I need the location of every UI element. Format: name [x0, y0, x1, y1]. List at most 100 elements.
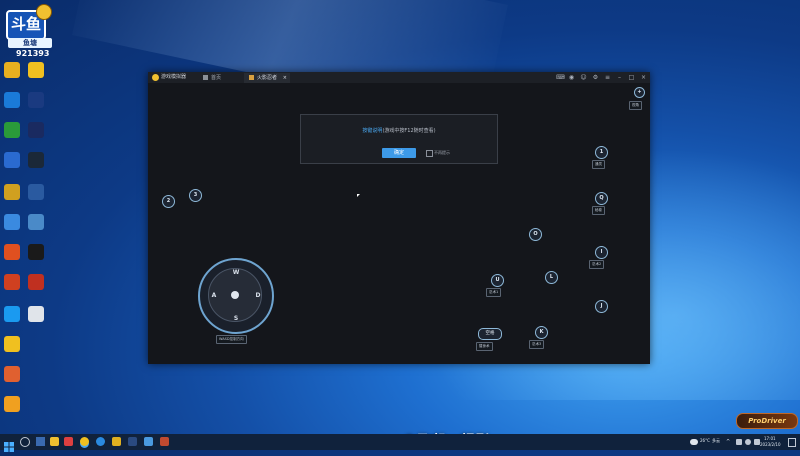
- desktop-app-icon: [28, 244, 44, 260]
- tray-chevron-icon[interactable]: ^: [726, 440, 734, 445]
- desktop-icon[interactable]: [26, 62, 46, 79]
- key-k[interactable]: K: [535, 326, 548, 339]
- badge-pill: 鱼塘: [8, 38, 52, 48]
- key-q-label: 秘卷: [592, 206, 605, 215]
- desktop-app-icon: [4, 396, 20, 412]
- dpad-center: [231, 291, 239, 299]
- folder-icon[interactable]: [112, 437, 121, 446]
- desktop-icon[interactable]: [26, 244, 46, 261]
- dont-show-checkbox[interactable]: [426, 150, 433, 157]
- tab-home[interactable]: 首页: [198, 73, 242, 83]
- task-view-icon[interactable]: [36, 437, 45, 446]
- weather-icon[interactable]: [690, 439, 698, 445]
- gamepad-icon[interactable]: ◉: [568, 74, 575, 81]
- key-i[interactable]: I: [595, 246, 608, 259]
- pinned-app-2-icon[interactable]: [144, 437, 153, 446]
- desktop-icon[interactable]: [2, 366, 22, 383]
- maximize-icon[interactable]: □: [628, 74, 635, 81]
- weather-note: 多云: [712, 438, 720, 443]
- desktop-icon[interactable]: [26, 152, 46, 169]
- network-icon[interactable]: [745, 439, 751, 445]
- desktop-icon[interactable]: [26, 274, 46, 291]
- desktop-app-icon: [4, 122, 20, 138]
- desktop-app-icon: [4, 152, 20, 168]
- desktop-app-icon: [4, 336, 20, 352]
- key-1[interactable]: 1: [595, 146, 608, 159]
- desktop-icon[interactable]: [26, 214, 46, 231]
- desktop-icon[interactable]: [2, 122, 22, 139]
- key-2[interactable]: 2: [162, 195, 175, 208]
- browser-icon[interactable]: [96, 437, 105, 446]
- desktop-app-icon: [4, 214, 20, 230]
- clock-time[interactable]: 17:01: [764, 436, 776, 441]
- desktop-app-icon: [4, 92, 20, 108]
- battery-icon[interactable]: [736, 439, 742, 445]
- key-j[interactable]: J: [595, 300, 608, 313]
- desktop-icon[interactable]: [26, 306, 46, 323]
- keyboard-icon[interactable]: ⌨: [556, 74, 565, 81]
- dialog-message: 按键说明(游戏中按F12随时查看): [301, 127, 497, 134]
- app-logo-icon: [152, 74, 159, 81]
- pinned-app-icon[interactable]: [128, 437, 137, 446]
- file-explorer-icon[interactable]: [50, 437, 59, 446]
- room-number: 921393: [16, 49, 50, 58]
- pinned-app-3-icon[interactable]: [160, 437, 169, 446]
- tab-game-label: 火影忍者: [257, 75, 278, 81]
- tab-home-label: 首页: [211, 75, 222, 81]
- desktop-app-icon: [4, 244, 20, 260]
- desktop-app-icon: [28, 214, 44, 230]
- app-icon[interactable]: [64, 437, 73, 446]
- clock-date[interactable]: 2023/2/10: [760, 442, 781, 447]
- desktop-icon[interactable]: [2, 336, 22, 353]
- key-space[interactable]: 空格: [478, 328, 502, 340]
- desktop-app-icon: [4, 274, 20, 290]
- desktop-icon[interactable]: [26, 184, 46, 201]
- desktop-icon[interactable]: [2, 306, 22, 323]
- key-o[interactable]: O: [529, 228, 542, 241]
- tab-game[interactable]: 火影忍者 ×: [244, 73, 290, 83]
- dpad-up[interactable]: W: [231, 269, 241, 276]
- weather-temp: 26°C: [700, 438, 710, 443]
- desktop-icon[interactable]: [2, 214, 22, 231]
- close-icon[interactable]: ×: [640, 74, 647, 81]
- minimize-icon[interactable]: –: [616, 74, 623, 81]
- desktop-icon[interactable]: [26, 92, 46, 109]
- dpad-down[interactable]: S: [231, 315, 241, 322]
- desktop-app-icon: [4, 366, 20, 382]
- dont-show-label: 不再提示: [434, 150, 450, 155]
- desktop-icon[interactable]: [2, 244, 22, 261]
- emulator-taskbar-icon[interactable]: [80, 437, 89, 446]
- title-bar[interactable]: 游戏模拟器 首页 火影忍者 × ⌨ ◉ ☺ ⚙ ≡ – □ ×: [148, 72, 650, 83]
- desktop-icon[interactable]: [26, 122, 46, 139]
- desktop-icon[interactable]: [2, 92, 22, 109]
- key-q[interactable]: Q: [595, 192, 608, 205]
- user-icon[interactable]: ☺: [580, 74, 587, 81]
- desktop-icon[interactable]: [2, 184, 22, 201]
- key-u-label: 忍术1: [486, 288, 502, 297]
- desktop-icon[interactable]: [2, 62, 22, 79]
- taskbar: 26°C 多云 ^ 17:01 2023/2/10: [0, 434, 800, 452]
- desktop-app-icon: [4, 62, 20, 78]
- dpad-left[interactable]: A: [209, 292, 219, 299]
- desktop-app-icon: [4, 184, 20, 200]
- desktop-icon[interactable]: [2, 274, 22, 291]
- settings-icon[interactable]: ⚙: [592, 74, 599, 81]
- close-tab-icon[interactable]: ×: [283, 73, 287, 83]
- wasd-dpad[interactable]: W A D S: [198, 258, 274, 334]
- add-key-icon[interactable]: +: [634, 87, 645, 98]
- key-u[interactable]: U: [491, 274, 504, 287]
- game-icon: [249, 75, 254, 80]
- search-icon[interactable]: [20, 437, 30, 447]
- menu-icon[interactable]: ≡: [604, 74, 611, 81]
- desktop-icon[interactable]: [2, 396, 22, 413]
- desktop-app-icon: [4, 306, 20, 322]
- ok-button[interactable]: 确定: [382, 148, 416, 158]
- start-icon[interactable]: [4, 437, 14, 452]
- key-l[interactable]: L: [545, 271, 558, 284]
- desktop-icon[interactable]: [2, 152, 22, 169]
- dpad-right[interactable]: D: [253, 292, 263, 299]
- dialog-message-highlight[interactable]: 按键说明: [362, 128, 382, 134]
- notification-icon[interactable]: [788, 438, 796, 447]
- emulator-window[interactable]: 游戏模拟器 首页 火影忍者 × ⌨ ◉ ☺ ⚙ ≡ – □ × 按键说明(游戏中…: [148, 72, 650, 364]
- key-3[interactable]: 3: [189, 189, 202, 202]
